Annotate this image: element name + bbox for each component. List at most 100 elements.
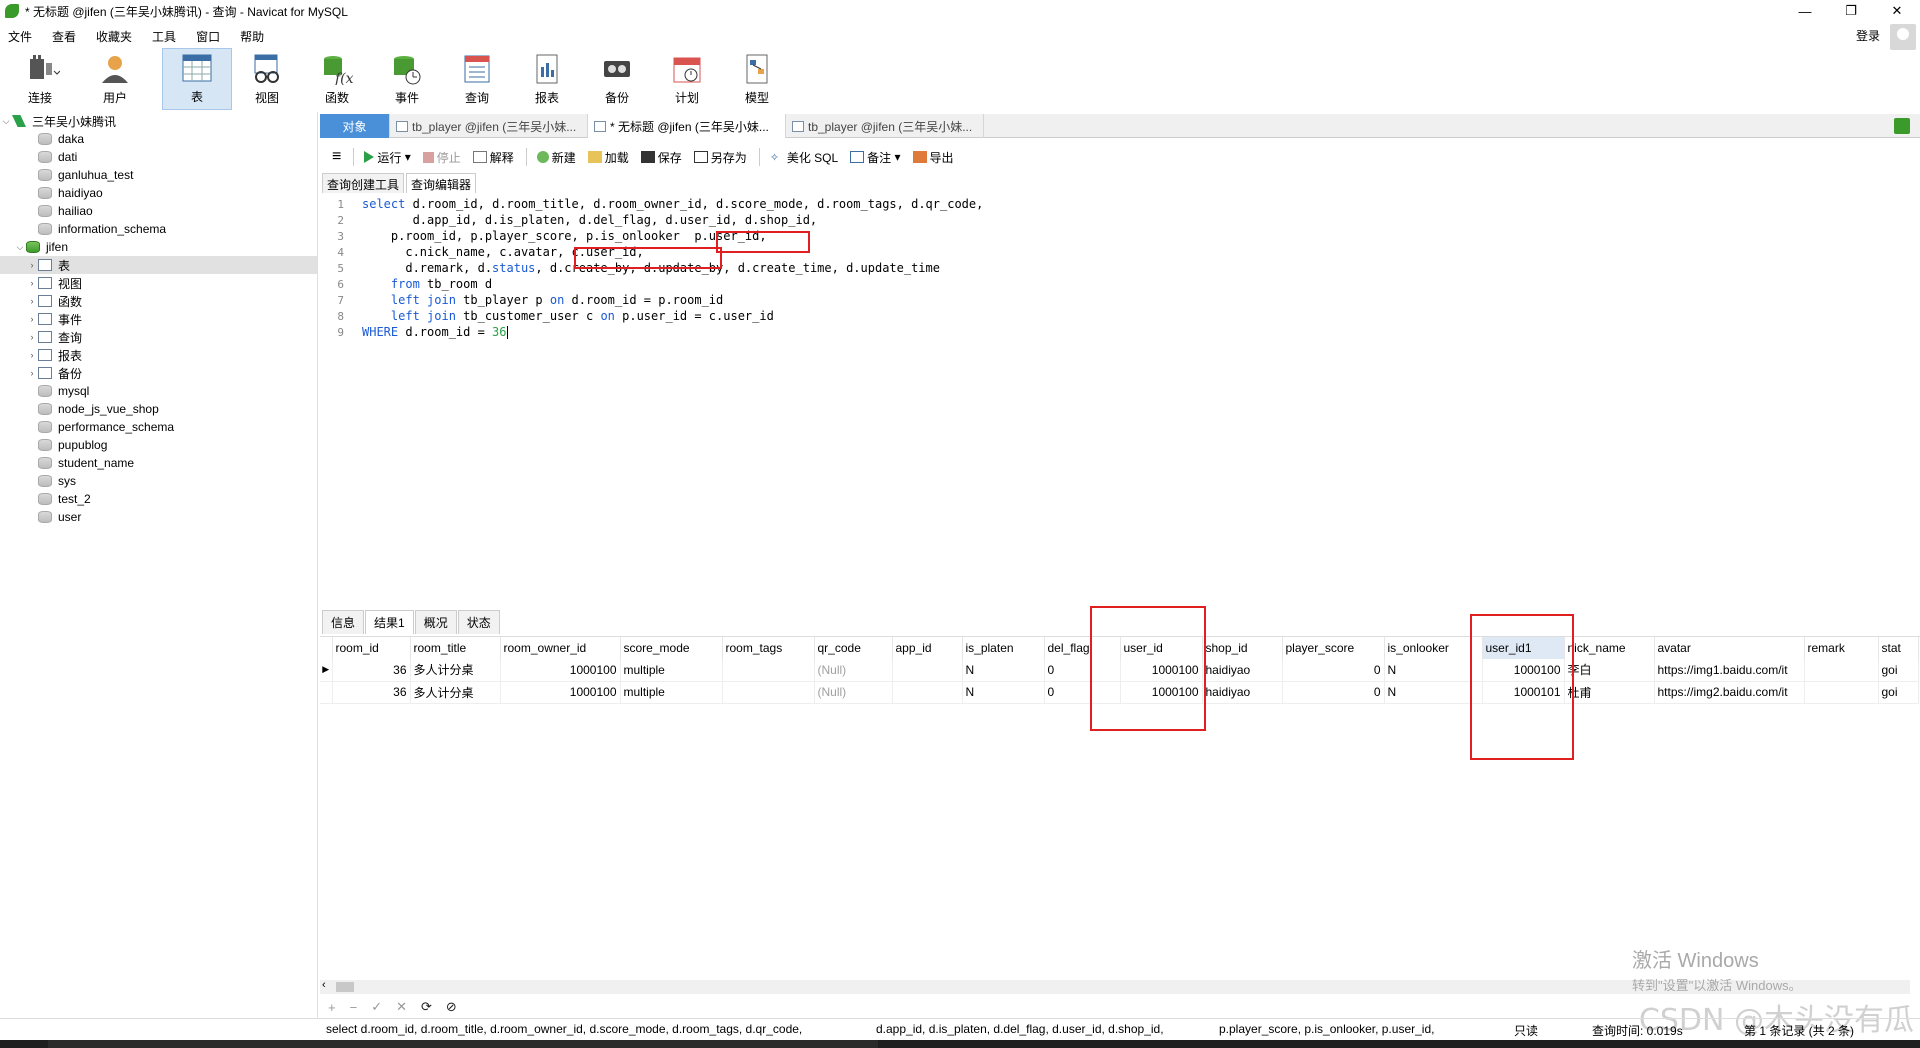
refresh-icon[interactable]: ⟳	[421, 999, 432, 1015]
login-link[interactable]: 登录	[1856, 27, 1880, 44]
column-header-player_score[interactable]: player_score	[1282, 637, 1385, 659]
run-button[interactable]: 运行 ▾	[364, 149, 411, 166]
cell-room_owner_id[interactable]: 1000100	[500, 681, 621, 704]
tree-db-daka[interactable]: daka	[0, 130, 317, 148]
column-header-remark[interactable]: remark	[1804, 637, 1879, 659]
tree-connection[interactable]: ⌵ 三年吴小妹腾讯	[0, 112, 317, 130]
menu-favorites[interactable]: 收藏夹	[86, 28, 142, 45]
cell-room_id[interactable]: 36	[332, 681, 411, 704]
view-button[interactable]: 视图	[232, 48, 302, 110]
cell-room_owner_id[interactable]: 1000100	[500, 659, 621, 682]
cell-player_score[interactable]: 0	[1282, 659, 1385, 682]
minimize-button[interactable]: —	[1782, 0, 1828, 22]
delete-record-icon[interactable]: −	[350, 1000, 358, 1015]
tab-tb-player[interactable]: tb_player @jifen (三年吴小妹...	[390, 114, 588, 138]
tab-untitled-query[interactable]: * 无标题 @jifen (三年吴小妹...	[588, 114, 786, 138]
column-header-qr_code[interactable]: qr_code	[814, 637, 893, 659]
tree-db-information_schema[interactable]: information_schema	[0, 220, 317, 238]
sql-editor[interactable]: 1 select d.room_id, d.room_title, d.room_…	[320, 196, 1920, 606]
column-header-nick_name[interactable]: nick_name	[1564, 637, 1655, 659]
tree-db-pupublog[interactable]: pupublog	[0, 436, 317, 454]
cell-user_id[interactable]: 1000100	[1120, 659, 1203, 682]
backup-button[interactable]: 备份	[582, 48, 652, 110]
tree-object-5[interactable]: › 报表	[0, 346, 317, 364]
table-row[interactable]: 36 多人计分桌 1000100 multiple (Null) N 0 1000100 hai…	[320, 681, 1919, 704]
tab-info[interactable]: 信息	[322, 610, 365, 634]
cell-is_platen[interactable]: N	[962, 681, 1045, 704]
tree-db-dati[interactable]: dati	[0, 148, 317, 166]
stop-button[interactable]: 停止	[422, 149, 461, 166]
cell-player_score[interactable]: 0	[1282, 681, 1385, 704]
cell-avatar[interactable]: https://img2.baidu.com/it	[1654, 681, 1805, 704]
model-button[interactable]: 模型	[722, 48, 792, 110]
new-tab-icon[interactable]	[1894, 118, 1910, 134]
tree-object-1[interactable]: › 视图	[0, 274, 317, 292]
scroll-thumb[interactable]	[336, 982, 354, 992]
cell-room_title[interactable]: 多人计分桌	[410, 659, 501, 682]
cell-score_mode[interactable]: multiple	[620, 681, 723, 704]
query-button[interactable]: 查询	[442, 48, 512, 110]
cell-is_onlooker[interactable]: N	[1384, 681, 1483, 704]
column-header-room_tags[interactable]: room_tags	[722, 637, 815, 659]
tree-object-6[interactable]: › 备份	[0, 364, 317, 382]
tree-object-4[interactable]: › 查询	[0, 328, 317, 346]
cell-user_id1[interactable]: 1000100	[1482, 659, 1565, 682]
tab-result1[interactable]: 结果1	[365, 610, 414, 634]
column-header-app_id[interactable]: app_id	[892, 637, 963, 659]
tree-db-test_2[interactable]: test_2	[0, 490, 317, 508]
save-as-button[interactable]: 另存为	[693, 149, 747, 166]
tab-profile[interactable]: 概况	[414, 610, 457, 634]
column-header-is_platen[interactable]: is_platen	[962, 637, 1045, 659]
tab-objects[interactable]: 对象	[320, 114, 390, 138]
cell-is_onlooker[interactable]: N	[1384, 659, 1483, 682]
menu-help[interactable]: 帮助	[230, 28, 274, 45]
tree-db-ganluhua_test[interactable]: ganluhua_test	[0, 166, 317, 184]
report-button[interactable]: 报表	[512, 48, 582, 110]
column-header-room_title[interactable]: room_title	[410, 637, 501, 659]
cell-room_id[interactable]: 36	[332, 659, 411, 682]
tree-db-mysql[interactable]: mysql	[0, 382, 317, 400]
export-button[interactable]: 导出	[912, 149, 954, 166]
cell-shop_id[interactable]: haidiyao	[1202, 659, 1283, 682]
tree-object-3[interactable]: › 事件	[0, 310, 317, 328]
user-button[interactable]: 用户	[80, 48, 150, 110]
collapse-arrow-icon[interactable]: ⌵	[0, 116, 12, 127]
tree-object-2[interactable]: › 函数	[0, 292, 317, 310]
comment-button[interactable]: 备注 ▾	[850, 149, 901, 166]
tree-db-haidiyao[interactable]: haidiyao	[0, 184, 317, 202]
scroll-left-icon[interactable]: ‹	[322, 979, 326, 991]
cell-is_platen[interactable]: N	[962, 659, 1045, 682]
table-button[interactable]: 表	[162, 48, 232, 110]
tab-status[interactable]: 状态	[457, 610, 500, 634]
cell-del_flag[interactable]: 0	[1044, 659, 1121, 682]
column-header-avatar[interactable]: avatar	[1654, 637, 1805, 659]
cancel-record-icon[interactable]: ✕	[396, 999, 407, 1015]
cell-user_id[interactable]: 1000100	[1120, 681, 1203, 704]
function-button[interactable]: f(x) 函数	[302, 48, 372, 110]
cell-qr_code[interactable]: (Null)	[814, 681, 893, 704]
hamburger-menu-icon[interactable]: ≡	[332, 148, 341, 166]
add-record-icon[interactable]: +	[328, 1000, 336, 1015]
column-header-score_mode[interactable]: score_mode	[620, 637, 723, 659]
cell-qr_code[interactable]: (Null)	[814, 659, 893, 682]
column-header-room_id[interactable]: room_id	[332, 637, 411, 659]
cell-remark[interactable]	[1804, 681, 1879, 704]
schedule-button[interactable]: 计划	[652, 48, 722, 110]
account-avatar-icon[interactable]	[1890, 24, 1916, 50]
save-button[interactable]: 保存	[640, 149, 682, 166]
column-header-user_id[interactable]: user_id	[1120, 637, 1203, 659]
cell-user_id1[interactable]: 1000101	[1482, 681, 1565, 704]
cell-remark[interactable]	[1804, 659, 1879, 682]
tree-db-user[interactable]: user	[0, 508, 317, 526]
column-header-is_onlooker[interactable]: is_onlooker	[1384, 637, 1483, 659]
cell-nick_name[interactable]: 杜甫	[1564, 681, 1655, 704]
tree-db-jifen[interactable]: ⌵ jifen	[0, 238, 317, 256]
column-header-user_id1[interactable]: user_id1	[1482, 637, 1565, 659]
load-button[interactable]: 加载	[587, 149, 629, 166]
stop-query-icon[interactable]: ⊘	[446, 999, 457, 1015]
apply-record-icon[interactable]: ✓	[371, 999, 382, 1015]
cell-app_id[interactable]	[892, 659, 963, 682]
tree-db-hailiao[interactable]: hailiao	[0, 202, 317, 220]
cell-stat[interactable]: goi	[1878, 681, 1919, 704]
tab-query-builder[interactable]: 查询创建工具	[322, 173, 405, 193]
